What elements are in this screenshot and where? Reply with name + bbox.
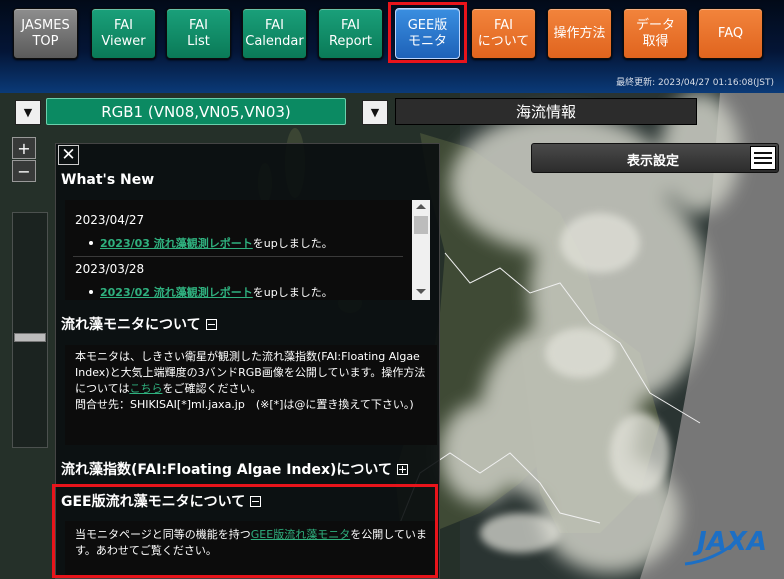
display-settings-bar[interactable]: 表示設定 (531, 143, 779, 173)
zoom-in-button[interactable]: + (12, 137, 36, 159)
nav-data-download-button[interactable]: データ 取得 (623, 8, 688, 59)
layer-select[interactable]: 海流情報 (395, 98, 697, 125)
news-date: 2023/03/28 (75, 262, 145, 276)
active-nav-highlight (388, 2, 467, 63)
layer-dropdown-button[interactable]: ▼ (362, 100, 388, 125)
display-settings-label: 表示設定 (627, 154, 680, 169)
whats-new-heading: What's New (61, 172, 155, 188)
nav-fai-calendar-button[interactable]: FAI Calendar (242, 8, 307, 59)
scroll-down-icon[interactable] (416, 289, 426, 294)
rgb-band-select[interactable]: RGB1 (VN08,VN05,VN03) (46, 98, 346, 125)
gee-section-highlight (52, 484, 438, 578)
news-scrollbar[interactable] (412, 200, 430, 300)
fai-about-heading[interactable]: 流れ藻指数(FAI:Floating Algae Index)について (61, 459, 408, 479)
jaxa-logo: JAXA (683, 520, 779, 576)
close-icon[interactable]: ✕ (58, 145, 79, 165)
rgb-dropdown-button[interactable]: ▼ (15, 100, 41, 125)
scroll-up-icon[interactable] (416, 204, 426, 209)
nav-faq-button[interactable]: FAQ (698, 8, 763, 59)
top-navigation-bar: JASMES TOP FAI Viewer FAI List FAI Calen… (0, 0, 784, 93)
zoom-slider-track[interactable] (12, 212, 48, 448)
news-item: 2023/02 流れ藻観測レポートをupしました。 (89, 284, 333, 300)
news-scrollbar-thumb[interactable] (414, 216, 428, 234)
news-list: 2023/04/27 2023/03 流れ藻観測レポートをupしました。 202… (65, 200, 430, 300)
chevron-down-icon: ▼ (370, 106, 380, 119)
news-date: 2023/04/27 (75, 213, 145, 227)
nav-howto-button[interactable]: 操作方法 (547, 8, 612, 59)
monitor-about-heading[interactable]: 流れ藻モニタについて (61, 314, 217, 334)
chevron-down-icon: ▼ (23, 106, 33, 119)
nav-fai-report-button[interactable]: FAI Report (318, 8, 383, 59)
news-report-link[interactable]: 2023/02 流れ藻観測レポート (100, 286, 253, 299)
monitor-about-text: 本モニタは、しきさい衛星が観測した流れ藻指数(FAI:Floating Alga… (65, 345, 437, 445)
news-report-link[interactable]: 2023/03 流れ藻観測レポート (100, 237, 253, 250)
zoom-slider-handle[interactable] (14, 333, 46, 342)
nav-jasmes-top-button[interactable]: JASMES TOP (13, 8, 78, 59)
howto-link[interactable]: こちら (129, 382, 162, 395)
nav-fai-list-button[interactable]: FAI List (166, 8, 231, 59)
nav-about-fai-button[interactable]: FAI について (471, 8, 536, 59)
expand-icon[interactable] (396, 464, 408, 475)
news-item: 2023/03 流れ藻観測レポートをupしました。 (89, 235, 333, 251)
nav-fai-viewer-button[interactable]: FAI Viewer (91, 8, 156, 59)
zoom-out-button[interactable]: − (12, 160, 36, 182)
last-updated-text: 最終更新: 2023/04/27 01:16:08(JST) (616, 78, 774, 88)
hamburger-menu-icon[interactable] (750, 146, 776, 170)
svg-text:JAXA: JAXA (692, 527, 767, 557)
collapse-icon[interactable] (205, 319, 217, 330)
